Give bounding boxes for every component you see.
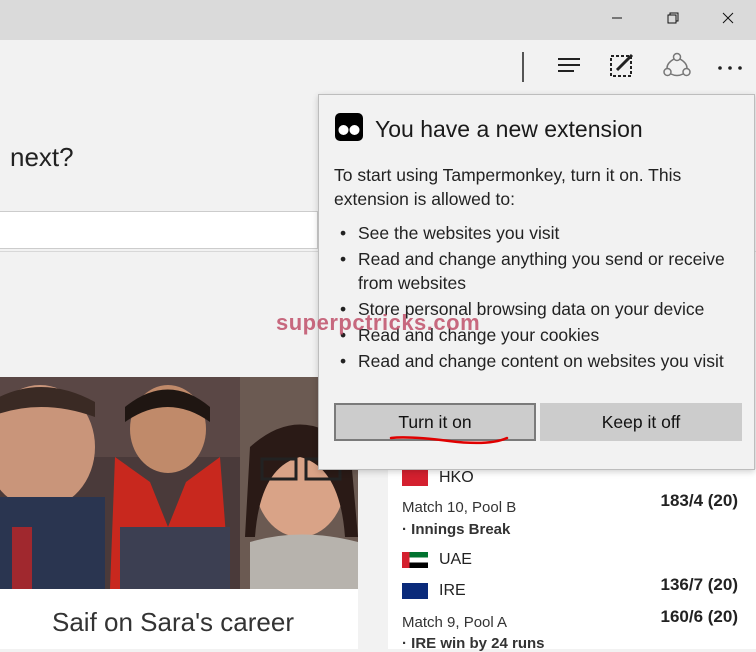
permission-item: Read and change content on websites you … xyxy=(334,349,744,373)
permission-item: See the websites you visit xyxy=(334,221,744,245)
minimize-button[interactable] xyxy=(594,0,640,40)
match-status: · Innings Break xyxy=(402,521,511,538)
watermark-text: superpctricks.com xyxy=(276,310,481,335)
search-input[interactable] xyxy=(0,211,318,249)
match-score: 183/4 (20) xyxy=(660,491,739,510)
new-extension-popup: You have a new extension To start using … xyxy=(318,94,755,470)
share-button[interactable] xyxy=(660,50,694,84)
page-question: next? xyxy=(10,142,74,172)
web-note-icon xyxy=(609,52,635,83)
popup-title: You have a new extension xyxy=(375,116,643,142)
browser-toolbar xyxy=(0,40,756,94)
title-bar xyxy=(0,0,756,40)
cricket-scores-panel: HKO Match 10, Pool B 183/4 (20) · Inning… xyxy=(388,469,756,652)
popup-description: To start using Tampermonkey, turn it on.… xyxy=(334,165,682,209)
popup-header: You have a new extension xyxy=(335,113,643,146)
permission-item: Read and change anything you send or rec… xyxy=(334,247,744,295)
minimize-icon xyxy=(611,11,623,29)
web-note-button[interactable] xyxy=(605,50,639,84)
team-row[interactable]: IRE xyxy=(402,582,466,600)
hong-kong-flag-icon xyxy=(402,470,428,486)
keep-it-off-button[interactable]: Keep it off xyxy=(540,403,742,441)
hub-icon xyxy=(557,56,581,79)
restore-button[interactable] xyxy=(650,0,696,40)
tampermonkey-icon xyxy=(335,113,363,146)
news-caption[interactable]: Saif on Sara's career xyxy=(52,607,294,638)
match-status: · IRE win by 24 runs xyxy=(402,635,545,652)
share-icon xyxy=(663,52,691,83)
team-score: 136/7 (20) xyxy=(660,575,739,594)
close-button[interactable] xyxy=(705,0,751,40)
news-photo[interactable] xyxy=(0,377,358,589)
restore-icon xyxy=(667,11,679,29)
match-title[interactable]: Match 10, Pool B xyxy=(402,499,516,516)
team-name: HKO xyxy=(439,469,474,486)
close-icon xyxy=(722,11,734,29)
ireland-flag-icon xyxy=(402,583,428,599)
permission-list: See the websites you visit Read and chan… xyxy=(334,221,744,375)
match-title[interactable]: Match 9, Pool A xyxy=(402,614,507,631)
team-name: UAE xyxy=(439,551,472,568)
news-card[interactable]: Saif on Sara's career xyxy=(0,589,358,649)
team-name: IRE xyxy=(439,582,466,599)
hub-button[interactable] xyxy=(552,50,586,84)
uae-flag-icon xyxy=(402,552,428,568)
toolbar-divider xyxy=(522,52,524,82)
more-icon xyxy=(717,58,743,76)
match-score: 160/6 (20) xyxy=(660,607,739,626)
red-underline-annotation xyxy=(389,436,509,445)
team-row[interactable]: UAE xyxy=(402,551,472,569)
team-row[interactable]: HKO xyxy=(402,469,474,487)
more-button[interactable] xyxy=(713,50,747,84)
